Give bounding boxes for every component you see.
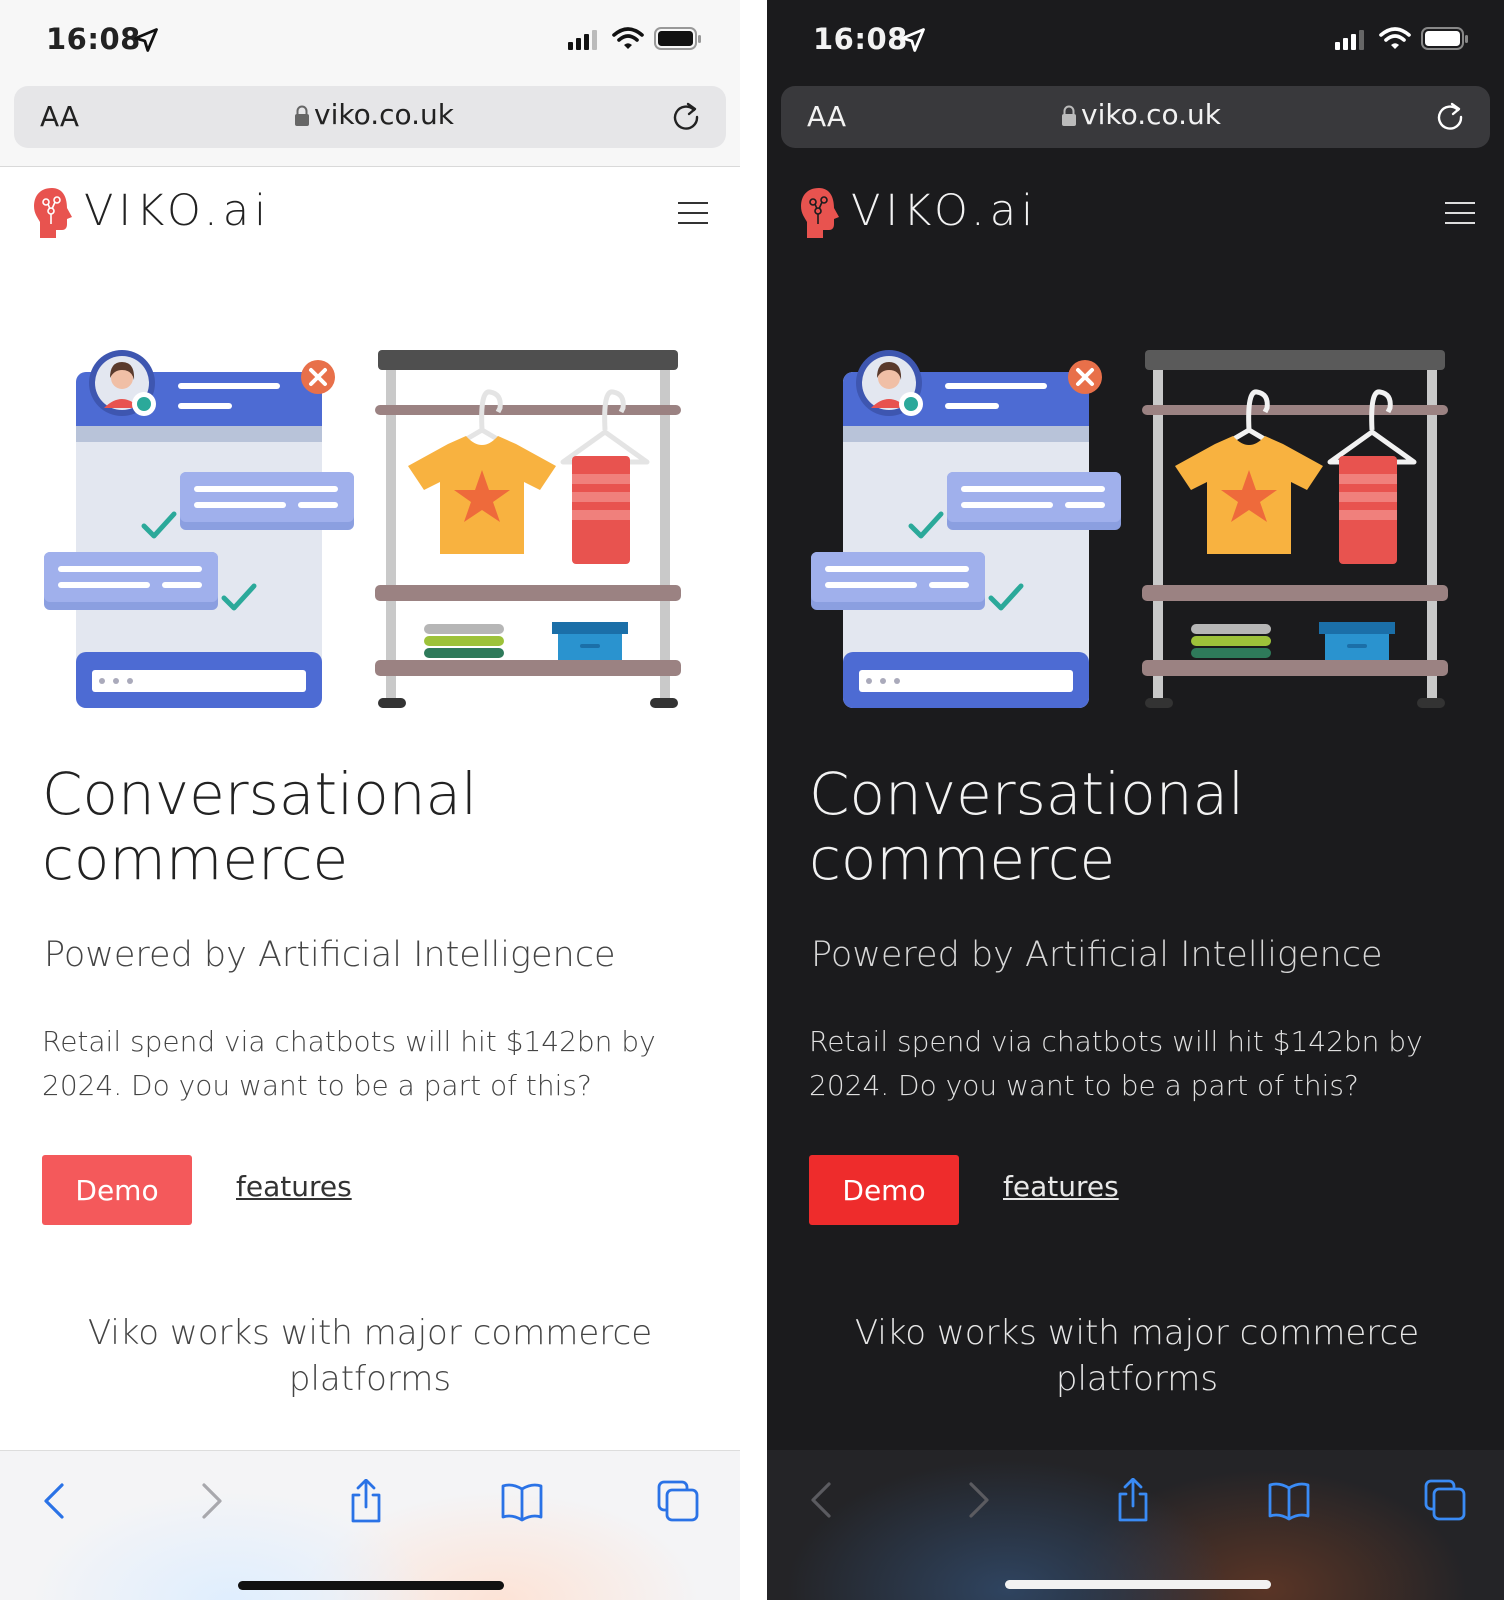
address-bar-area: AA viko.co.uk bbox=[0, 80, 740, 167]
tabs-icon[interactable] bbox=[656, 1479, 700, 1523]
demo-button[interactable]: Demo bbox=[42, 1155, 192, 1225]
lock-icon bbox=[1062, 105, 1076, 126]
battery-icon bbox=[1421, 27, 1468, 50]
reload-icon[interactable] bbox=[670, 100, 702, 132]
wifi-icon bbox=[1379, 27, 1411, 49]
share-icon[interactable] bbox=[344, 1479, 388, 1523]
url-text[interactable]: viko.co.uk bbox=[314, 98, 454, 131]
forward-icon[interactable] bbox=[188, 1479, 232, 1523]
hamburger-menu-icon[interactable] bbox=[678, 200, 708, 226]
platforms-heading: Viko works with major commerce platforms bbox=[87, 1313, 653, 1399]
reload-icon[interactable] bbox=[1434, 100, 1466, 132]
features-link[interactable]: features bbox=[1003, 1170, 1119, 1203]
hero-title-line2: commerce bbox=[809, 825, 1116, 893]
home-indicator[interactable] bbox=[238, 1581, 504, 1590]
browser-toolbar bbox=[767, 1450, 1504, 1600]
platforms-heading: Viko works with major commerce platforms bbox=[854, 1313, 1420, 1399]
tabs-icon[interactable] bbox=[1423, 1478, 1467, 1522]
share-icon[interactable] bbox=[1111, 1478, 1155, 1522]
signal-icon bbox=[568, 30, 597, 50]
status-time: 16:08 bbox=[46, 22, 141, 56]
home-indicator[interactable] bbox=[1005, 1580, 1271, 1589]
hero-illustration bbox=[811, 350, 1448, 708]
hero-title-line2: commerce bbox=[42, 825, 349, 893]
bookmarks-icon[interactable] bbox=[500, 1479, 544, 1523]
brain-logo-icon[interactable] bbox=[799, 186, 841, 240]
hero-subtitle: Powered by Artificial Intelligence bbox=[44, 935, 616, 975]
lock-icon bbox=[295, 105, 309, 126]
brand-logo-text[interactable]: VIKO.ai bbox=[851, 186, 1038, 236]
hero-title-line1: Conversational bbox=[809, 760, 1245, 828]
dark-mode-screen: 16:08 AA viko.co.uk VIKO.ai Conversation… bbox=[767, 0, 1504, 1600]
back-icon[interactable] bbox=[34, 1479, 78, 1523]
hero-title: Conversational commerce bbox=[42, 762, 702, 892]
browser-toolbar bbox=[0, 1450, 740, 1600]
demo-button[interactable]: Demo bbox=[809, 1155, 959, 1225]
text-size-button[interactable]: AA bbox=[40, 100, 79, 133]
brain-logo-icon[interactable] bbox=[32, 186, 74, 240]
url-text[interactable]: viko.co.uk bbox=[1081, 98, 1221, 131]
address-bar-area: AA viko.co.uk bbox=[767, 80, 1504, 166]
address-bar[interactable]: AA viko.co.uk bbox=[14, 86, 726, 148]
status-bar: 16:08 bbox=[767, 0, 1504, 80]
hamburger-menu-icon[interactable] bbox=[1445, 200, 1475, 226]
hero-subtitle: Powered by Artificial Intelligence bbox=[811, 935, 1383, 975]
status-bar: 16:08 bbox=[0, 0, 740, 80]
wifi-icon bbox=[612, 27, 644, 49]
signal-icon bbox=[1335, 30, 1364, 50]
bookmarks-icon[interactable] bbox=[1267, 1478, 1311, 1522]
text-size-button[interactable]: AA bbox=[807, 100, 846, 133]
forward-icon[interactable] bbox=[955, 1478, 999, 1522]
brand-logo-text[interactable]: VIKO.ai bbox=[84, 186, 271, 236]
hero-body-text: Retail spend via chatbots will hit $142b… bbox=[42, 1025, 656, 1102]
location-arrow-icon bbox=[901, 28, 925, 52]
features-link[interactable]: features bbox=[236, 1170, 352, 1203]
location-arrow-icon bbox=[134, 28, 158, 52]
hero-illustration bbox=[44, 350, 681, 708]
status-time: 16:08 bbox=[813, 22, 908, 56]
hero-title: Conversational commerce bbox=[809, 762, 1469, 892]
light-mode-screen: 16:08 AA viko.co.uk VIKO.ai Conversation… bbox=[0, 0, 740, 1600]
battery-icon bbox=[654, 27, 701, 50]
address-bar[interactable]: AA viko.co.uk bbox=[781, 86, 1490, 148]
hero-body-text: Retail spend via chatbots will hit $142b… bbox=[809, 1025, 1423, 1102]
hero-title-line1: Conversational bbox=[42, 760, 478, 828]
back-icon[interactable] bbox=[801, 1478, 845, 1522]
